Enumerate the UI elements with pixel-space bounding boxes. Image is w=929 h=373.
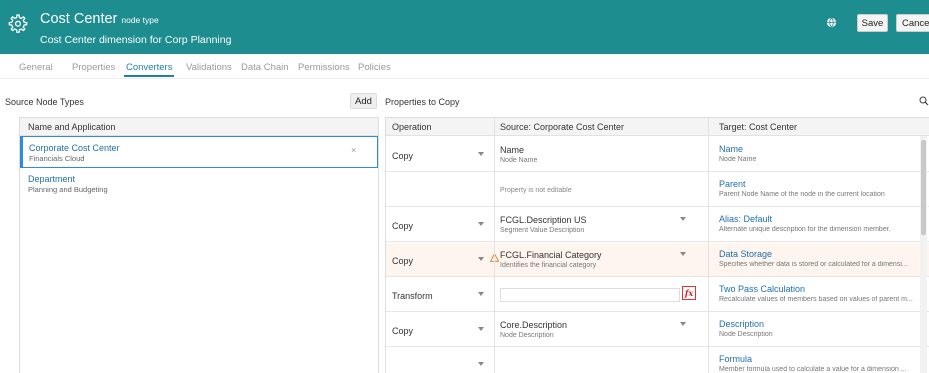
target-description: Member formula used to calculate a value… bbox=[719, 366, 907, 373]
search-icon[interactable] bbox=[919, 96, 929, 106]
properties-grid: Operation Source: Corporate Cost Center … bbox=[385, 117, 929, 373]
source-header: Source: Corporate Cost Center bbox=[500, 122, 625, 132]
tab-converters[interactable]: Converters bbox=[123, 62, 175, 77]
node-type-icon bbox=[8, 14, 28, 34]
target-description: Parent Node Name of the node in the curr… bbox=[719, 191, 885, 198]
target-description: Node Description bbox=[719, 331, 773, 338]
table-row: Transform fx Two Pass Calculation Recalc… bbox=[386, 278, 929, 312]
source-node-item[interactable]: Corporate Cost Center Financials Cloud × bbox=[20, 136, 378, 168]
globe-icon[interactable] bbox=[826, 17, 837, 28]
name-application-header: Name and Application bbox=[28, 122, 116, 132]
target-description: Recalculate values of members based on v… bbox=[719, 296, 913, 303]
page-subtitle: Cost Center dimension for Corp Planning bbox=[40, 34, 232, 46]
chevron-down-icon[interactable] bbox=[478, 327, 484, 331]
app-header: Cost Center node type Cost Center dimensi… bbox=[0, 0, 929, 54]
column-divider bbox=[494, 118, 495, 373]
table-row: Property is not editable Parent Parent N… bbox=[386, 173, 929, 207]
operation-select[interactable]: Copy bbox=[392, 151, 413, 161]
cancel-button[interactable]: Cancel bbox=[896, 14, 929, 32]
target-description: Alternate unique description for the dim… bbox=[719, 226, 891, 233]
chevron-down-icon[interactable] bbox=[680, 252, 686, 256]
operation-header: Operation bbox=[392, 122, 432, 132]
tab-validations[interactable]: Validations bbox=[186, 62, 232, 73]
target-header: Target: Cost Center bbox=[719, 122, 798, 132]
source-description: Node Name bbox=[500, 157, 538, 164]
node-name: Department bbox=[28, 174, 76, 184]
operation-select[interactable]: Transform bbox=[392, 291, 433, 301]
tab-properties[interactable]: Properties bbox=[72, 62, 115, 73]
node-type-label: node type bbox=[121, 15, 159, 25]
target-property[interactable]: Description bbox=[719, 319, 764, 329]
source-property[interactable]: FCGL.Financial Category bbox=[500, 250, 602, 260]
source-node-item[interactable]: Department Planning and Budgeting bbox=[20, 168, 378, 200]
source-property[interactable]: FCGL.Description US bbox=[500, 215, 587, 225]
source-description: Segment Value Description bbox=[500, 227, 585, 234]
source-property[interactable]: Name bbox=[500, 145, 524, 155]
chevron-down-icon[interactable] bbox=[478, 222, 484, 226]
column-header: Name and Application bbox=[20, 118, 378, 136]
source-description: Identifies the financial category bbox=[500, 262, 597, 269]
save-button[interactable]: Save bbox=[857, 14, 888, 32]
tab-data-chain[interactable]: Data Chain bbox=[241, 62, 289, 73]
column-divider bbox=[708, 118, 709, 373]
source-node-types-title: Source Node Types bbox=[5, 97, 84, 107]
target-description: Specifies whether data is stored or calc… bbox=[719, 261, 908, 268]
table-row: Copy Core.Description Node Description D… bbox=[386, 313, 929, 347]
node-application: Planning and Budgeting bbox=[28, 185, 108, 194]
chevron-down-icon[interactable] bbox=[478, 362, 484, 366]
table-row: Copy Name Node Name Name Node Name bbox=[386, 138, 929, 172]
operation-select[interactable]: Copy bbox=[392, 221, 413, 231]
chevron-down-icon[interactable] bbox=[680, 322, 686, 326]
node-application: Financials Cloud bbox=[29, 154, 85, 163]
tab-permissions[interactable]: Permissions bbox=[298, 62, 350, 73]
target-property[interactable]: Two Pass Calculation bbox=[719, 284, 805, 294]
grid-header: Operation Source: Corporate Cost Center … bbox=[386, 118, 929, 136]
title-text: Cost Center bbox=[40, 11, 118, 27]
source-description: Node Description bbox=[500, 332, 554, 339]
source-node-types-panel: Name and Application Corporate Cost Cent… bbox=[19, 117, 379, 373]
chevron-down-icon[interactable] bbox=[478, 257, 484, 261]
node-name: Corporate Cost Center bbox=[29, 143, 120, 153]
operation-select[interactable]: Copy bbox=[392, 256, 413, 266]
scrollbar-thumb[interactable] bbox=[921, 140, 926, 235]
target-property[interactable]: Alias: Default bbox=[719, 214, 772, 224]
target-property[interactable]: Formula bbox=[719, 354, 752, 364]
chevron-down-icon[interactable] bbox=[478, 152, 484, 156]
table-row: Copy FCGL.Financial Category Identifies … bbox=[386, 243, 929, 277]
add-button[interactable]: Add bbox=[350, 93, 377, 109]
tab-policies[interactable]: Policies bbox=[358, 62, 391, 73]
tab-bar: General Properties Converters Validation… bbox=[0, 62, 929, 77]
properties-to-copy-title: Properties to Copy bbox=[385, 97, 460, 107]
formula-icon[interactable]: fx bbox=[682, 286, 696, 300]
target-property[interactable]: Name bbox=[719, 144, 743, 154]
tabs-divider bbox=[0, 78, 929, 79]
chevron-down-icon[interactable] bbox=[680, 217, 686, 221]
remove-icon[interactable]: × bbox=[351, 145, 356, 155]
table-row: Formula Member formula used to calculate… bbox=[386, 348, 929, 373]
target-property[interactable]: Parent bbox=[719, 179, 746, 189]
not-editable-note: Property is not editable bbox=[500, 187, 572, 194]
operation-select[interactable]: Copy bbox=[392, 326, 413, 336]
target-property[interactable]: Data Storage bbox=[719, 249, 772, 259]
target-description: Node Name bbox=[719, 156, 757, 163]
tab-general[interactable]: General bbox=[19, 62, 53, 73]
chevron-down-icon[interactable] bbox=[478, 292, 484, 296]
source-property[interactable]: Core.Description bbox=[500, 320, 567, 330]
table-row: Copy FCGL.Description US Segment Value D… bbox=[386, 208, 929, 242]
transform-expression-input[interactable] bbox=[500, 288, 680, 302]
page-title: Cost Center node type bbox=[40, 11, 159, 28]
